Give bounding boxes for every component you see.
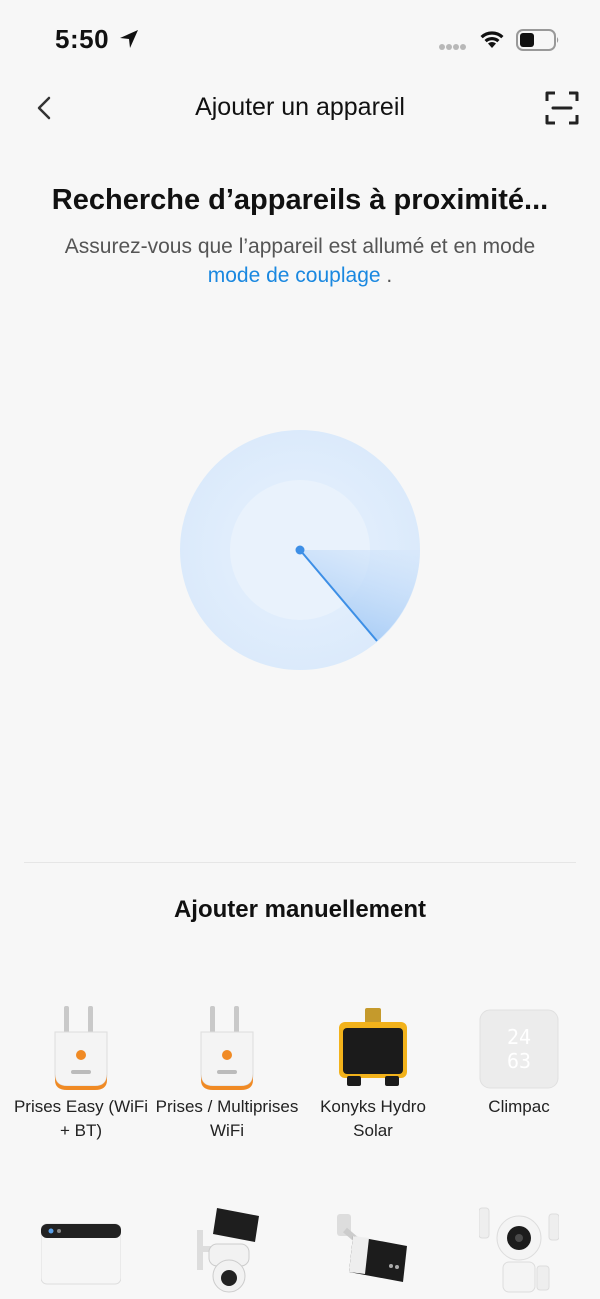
smart-plug-icon [54,1006,108,1090]
security-kit-icon [479,1207,559,1293]
device-label: Prises Easy (WiFi + BT) [13,1097,149,1140]
svg-text:63: 63 [507,1049,531,1073]
search-description-text: Assurez-vous que l’appareil est allumé e… [64,235,536,258]
hub-gateway-icon [41,1223,121,1285]
status-bar: 5:50 [0,0,600,80]
pairing-mode-link[interactable]: mode de couplage [208,264,381,287]
device-label: Prises / Multiprises WiFi [155,1097,299,1140]
status-time: 5:50 [55,24,110,54]
wifi-icon [480,31,504,48]
page-title: Ajouter un appareil [195,93,405,121]
water-valve-icon [339,1008,407,1086]
battery-icon [516,29,559,51]
section-divider [24,862,576,863]
search-description-suffix: . [380,264,393,287]
search-title: Recherche d’appareils à proximité... [51,184,549,216]
solar-camera-icon [197,1208,259,1293]
nav-bar: Ajouter un appareil [0,80,600,136]
manual-add-title: Ajouter manuellement [173,896,427,923]
location-arrow-icon [120,30,138,48]
radar-scan-animation [180,430,420,670]
svg-text:24: 24 [507,1025,531,1049]
device-label: Konyks Hydro Solar [320,1097,426,1140]
bullet-camera-icon [337,1214,407,1282]
scan-frame-icon [545,91,579,125]
cellular-signal-icon [439,44,466,50]
thermostat-display-icon: 24 63 [479,1009,559,1089]
smart-plug-icon [200,1006,254,1090]
device-label: Climpac [488,1097,550,1116]
scan-button[interactable] [544,90,580,126]
search-description: Assurez-vous que l’appareil est allumé e… [60,232,540,290]
